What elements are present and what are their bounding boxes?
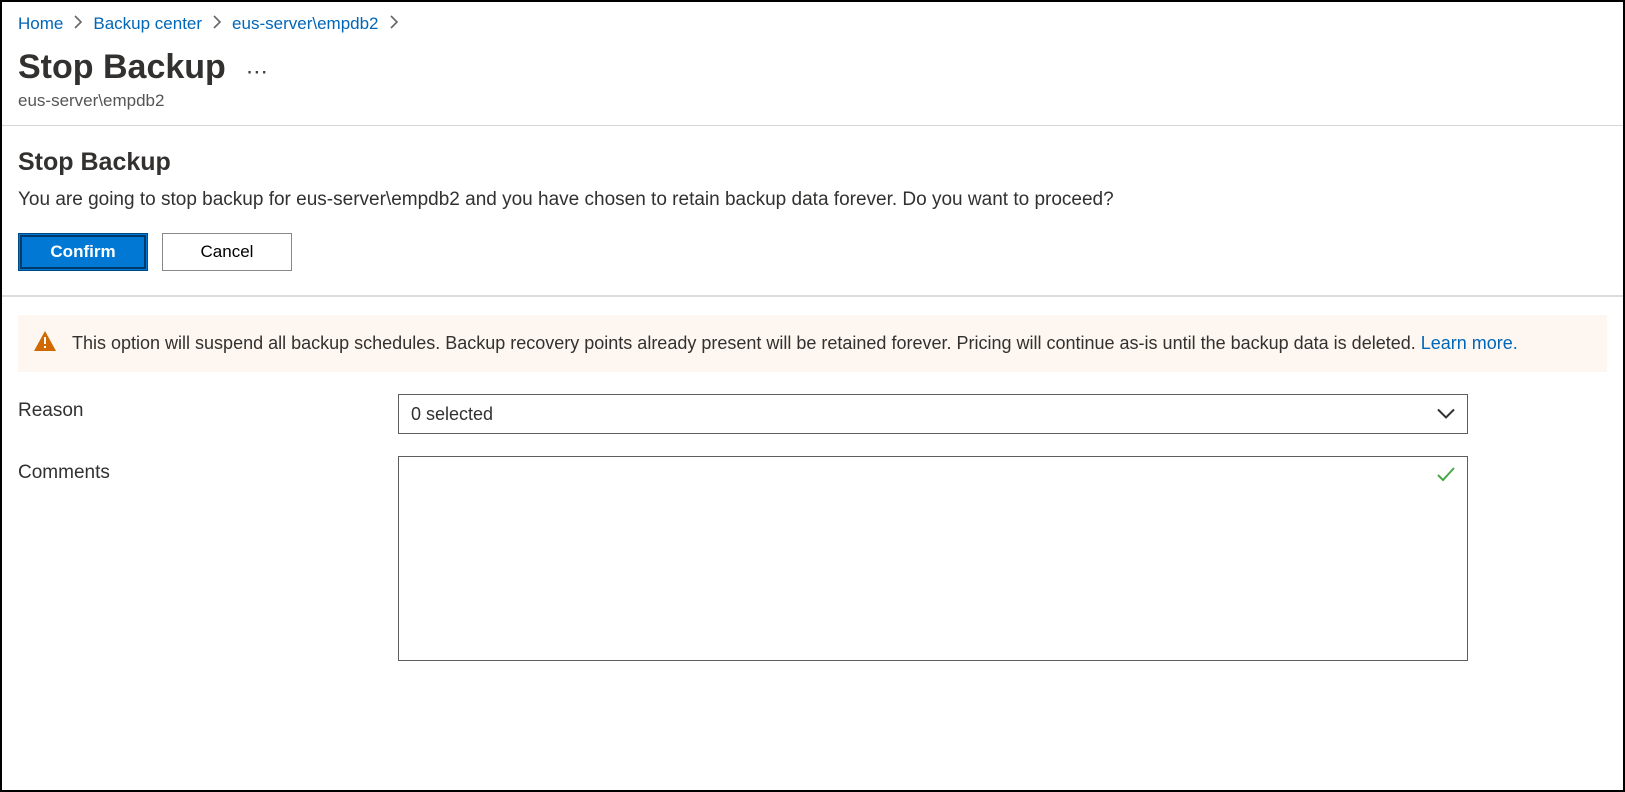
- chevron-right-icon: [73, 14, 83, 34]
- check-icon: [1436, 466, 1456, 489]
- chevron-right-icon: [389, 14, 399, 34]
- section-description: You are going to stop backup for eus-ser…: [18, 189, 1607, 211]
- warning-icon: [34, 331, 56, 356]
- notice-text: This option will suspend all backup sche…: [72, 333, 1518, 354]
- reason-select-value: 0 selected: [411, 404, 493, 425]
- confirm-button[interactable]: Confirm: [18, 233, 148, 271]
- breadcrumb: Home Backup center eus-server\empdb2: [2, 2, 1623, 42]
- page-subtitle: eus-server\empdb2: [18, 91, 1607, 111]
- breadcrumb-backup-center[interactable]: Backup center: [93, 14, 202, 34]
- breadcrumb-home[interactable]: Home: [18, 14, 63, 34]
- warning-notice: This option will suspend all backup sche…: [18, 315, 1607, 372]
- page-title: Stop Backup: [18, 48, 226, 87]
- chevron-right-icon: [212, 14, 222, 34]
- section-title: Stop Backup: [18, 148, 1607, 177]
- reason-label: Reason: [18, 394, 398, 422]
- comments-label: Comments: [18, 456, 398, 484]
- cancel-button[interactable]: Cancel: [162, 233, 292, 271]
- chevron-down-icon: [1437, 404, 1455, 425]
- breadcrumb-resource[interactable]: eus-server\empdb2: [232, 14, 378, 34]
- more-actions-icon[interactable]: ⋯: [246, 59, 269, 85]
- learn-more-link[interactable]: Learn more.: [1421, 333, 1518, 353]
- reason-select[interactable]: 0 selected: [398, 394, 1468, 434]
- page-header: Stop Backup ⋯ eus-server\empdb2: [2, 42, 1623, 125]
- comments-input[interactable]: [398, 456, 1468, 661]
